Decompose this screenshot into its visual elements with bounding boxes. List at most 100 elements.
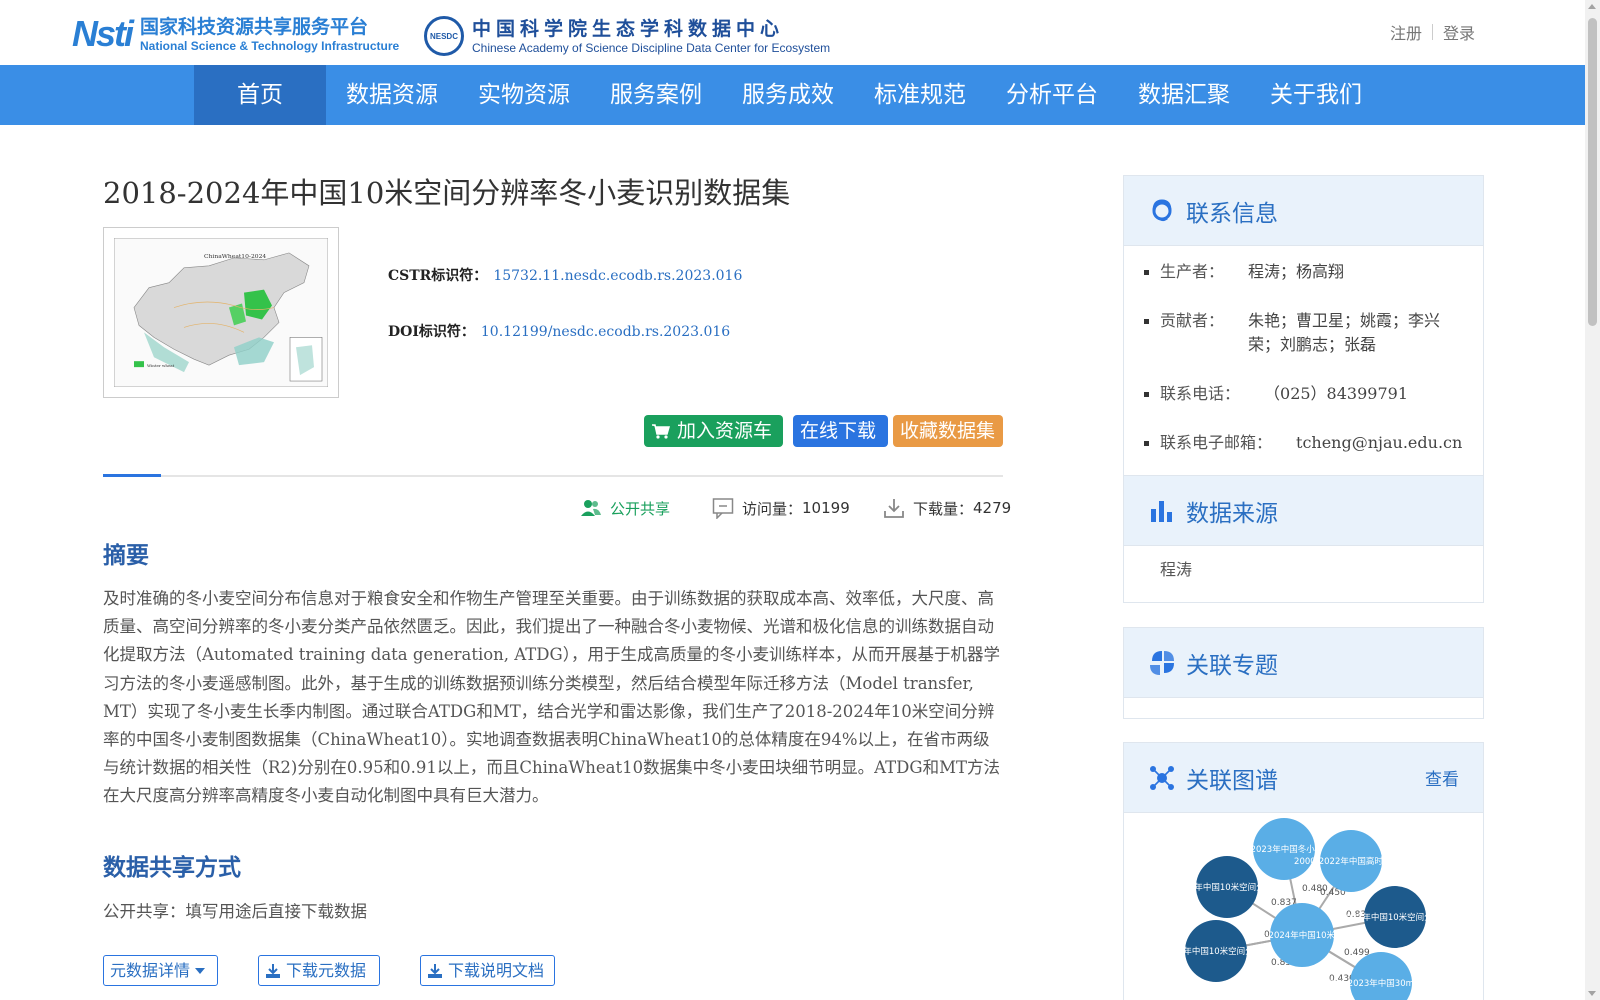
doi-link[interactable]: 10.12199/nesdc.ecodb.rs.2023.016 <box>481 324 730 340</box>
auth-divider <box>1431 24 1433 40</box>
nav-item-8[interactable]: 关于我们 <box>1250 65 1382 125</box>
nav-list: 首页 数据资源 实物资源 服务案例 服务成效 标准规范 分析平台 数据汇聚 关于我们 <box>194 65 1382 125</box>
sharing-text: 公开共享：填写用途后直接下载数据 <box>103 902 367 921</box>
download-count-icon <box>884 499 904 518</box>
graph-panel-title: 关联图谱 <box>1186 767 1278 794</box>
bar-chart-icon <box>1151 500 1172 522</box>
add-to-cart-label: 加入资源车 <box>677 420 773 442</box>
graph-view-link[interactable]: 查看 <box>1425 765 1459 790</box>
nesdc-seal-icon: NESDC <box>424 16 464 56</box>
scroll-up-icon[interactable] <box>1588 4 1596 9</box>
download-metadata-button[interactable]: 下载元数据 <box>258 955 380 986</box>
doi-identifier: DOI标识符： 10.12199/nesdc.ecodb.rs.2023.016 <box>388 321 730 341</box>
cstr-identifier: CSTR标识符： 15732.11.nesdc.ecodb.rs.2023.016 <box>388 265 742 285</box>
source-panel-title: 数据来源 <box>1186 500 1278 527</box>
favorite-dataset-label: 收藏数据集 <box>900 420 996 442</box>
nesdc-logo[interactable]: NESDC 中国科学院生态学科数据中心 Chinese Academy of S… <box>424 16 830 56</box>
contact-panel: 联系信息 生产者： 程涛；杨高翔贡献者： 朱艳；曹卫星；姚霞；李兴荣；刘鹏志；张磊联… <box>1123 175 1484 487</box>
topics-panel: 关联专题 <box>1123 627 1484 719</box>
contact-item: 联系电话： （025）84399791 <box>1144 382 1463 406</box>
login-link[interactable]: 登录 <box>1443 20 1475 44</box>
doi-label: DOI标识符： <box>388 324 475 340</box>
nav-item-2[interactable]: 实物资源 <box>458 65 590 125</box>
download-count-label: 下载量： <box>913 499 974 518</box>
nav-item-1[interactable]: 数据资源 <box>326 65 458 125</box>
online-download-button[interactable]: 在线下载 <box>793 415 888 447</box>
nav-item-6[interactable]: 分析平台 <box>986 65 1118 125</box>
share-status: 公开共享 <box>580 497 670 519</box>
add-to-cart-button[interactable]: 加入资源车 <box>644 415 783 447</box>
dataset-title: 2018-2024年中国10米空间分辨率冬小麦识别数据集 <box>103 176 791 210</box>
graph-body[interactable]: 0.4500.4800.8370.4990.4300.8370.8330.837… <box>1124 813 1483 1000</box>
contact-item: 贡献者： 朱艳；曹卫星；姚霞；李兴荣；刘鹏志；张磊 <box>1144 309 1463 357</box>
contact-item-value: 朱艳；曹卫星；姚霞；李兴荣；刘鹏志；张磊 <box>1248 311 1441 354</box>
contact-item-label: 联系电话： <box>1160 384 1241 403</box>
download-count-value: 4279 <box>973 499 1012 517</box>
contact-item: 生产者： 程涛；杨高翔 <box>1144 260 1463 284</box>
users-icon <box>581 500 601 516</box>
topics-icon <box>1150 650 1174 675</box>
scrollbar-thumb[interactable] <box>1588 18 1597 326</box>
nesdc-logo-en: Chinese Academy of Science Discipline Da… <box>472 40 831 55</box>
nsti-logo-mark: Nsti <box>72 13 134 54</box>
contact-item-value: 程涛；杨高翔 <box>1248 262 1345 281</box>
share-status-label: 公开共享 <box>610 499 671 518</box>
graph-node-label: 2000-2022年中国高时空分... <box>1294 856 1408 867</box>
contact-panel-title: 联系信息 <box>1186 200 1278 227</box>
china-map-image: ChinaWheat10-2024 Winter wheat <box>113 237 329 388</box>
contact-item: 联系电子邮箱： tcheng@njau.edu.cn <box>1144 431 1463 455</box>
cstr-label: CSTR标识符： <box>388 268 488 284</box>
comment-icon <box>712 498 734 519</box>
graph-node[interactable]: 2023年中国10米空间分辨... <box>1162 920 1271 982</box>
nav-item-7[interactable]: 数据汇聚 <box>1118 65 1250 125</box>
sharing-heading: 数据共享方式 <box>103 855 241 881</box>
contact-item-label: 贡献者： <box>1160 311 1225 330</box>
download-doc-label: 下载说明文档 <box>448 961 545 980</box>
graph-node-label: 2000-2023年中国30m空间... <box>1323 978 1439 989</box>
map-legend-label: Winter wheat <box>147 363 175 368</box>
contact-item-label: 生产者： <box>1160 262 1225 281</box>
metadata-details-label: 元数据详情 <box>110 961 191 980</box>
dataset-thumbnail[interactable]: ChinaWheat10-2024 Winter wheat <box>103 227 339 398</box>
nesdc-logo-cn: 中国科学院生态学科数据中心 <box>472 17 785 40</box>
download-icon <box>428 963 442 978</box>
main-nav: 首页 数据资源 实物资源 服务案例 服务成效 标准规范 分析平台 数据汇聚 关于我们 <box>0 65 1585 125</box>
download-doc-button[interactable]: 下载说明文档 <box>420 955 555 986</box>
nav-item-0[interactable]: 首页 <box>194 65 326 125</box>
source-value: 程涛 <box>1160 560 1193 579</box>
graph-panel: 关联图谱 查看 0.450 0.480 0.837 0.499 0.430 0.837 0.… <box>1123 742 1484 1000</box>
topics-panel-header: 关联专题 <box>1124 628 1483 698</box>
favorite-dataset-button[interactable]: 收藏数据集 <box>893 415 1003 447</box>
relation-graph[interactable]: 0.4500.4800.8370.4990.4300.8370.8330.837… <box>1124 813 1483 1000</box>
source-panel-header: 数据来源 <box>1124 476 1483 546</box>
contact-item-label: 联系电子邮箱： <box>1160 433 1273 452</box>
topics-body <box>1124 698 1483 718</box>
download-metadata-label: 下载元数据 <box>286 961 367 980</box>
contact-item-value: tcheng@njau.edu.cn <box>1296 433 1463 452</box>
graph-node-label: 2018-2024年中国10米空间... <box>1244 930 1360 941</box>
visit-count-value: 10199 <box>802 499 850 517</box>
caret-down-icon <box>195 967 206 974</box>
top-header: Nsti 国家科技资源共享服务平台 National Science & Tec… <box>0 0 1585 65</box>
graph-node-label: 2023年中国10米空间分辨... <box>1162 946 1271 957</box>
tab-active-indicator <box>103 474 161 477</box>
register-link[interactable]: 注册 <box>1390 20 1422 44</box>
visit-count-label: 访问量： <box>742 499 803 518</box>
topics-panel-title: 关联专题 <box>1186 652 1278 679</box>
contact-item-value: （025）84399791 <box>1264 384 1408 403</box>
page-scrollbar[interactable] <box>1585 0 1600 1000</box>
map-caption: ChinaWheat10-2024 <box>204 253 266 260</box>
download-icon <box>266 963 280 978</box>
nav-item-4[interactable]: 服务成效 <box>722 65 854 125</box>
graph-node-label: 2022年中国10米空间分辨... <box>1173 882 1282 893</box>
nav-item-3[interactable]: 服务案例 <box>590 65 722 125</box>
nsti-logo[interactable]: Nsti 国家科技资源共享服务平台 National Science & Tec… <box>72 14 399 54</box>
scroll-down-icon[interactable] <box>1588 991 1596 996</box>
legend-swatch <box>134 361 144 368</box>
graph-node-circle[interactable] <box>1350 952 1412 1000</box>
cstr-link[interactable]: 15732.11.nesdc.ecodb.rs.2023.016 <box>493 268 742 284</box>
nav-item-5[interactable]: 标准规范 <box>854 65 986 125</box>
tab-divider <box>103 474 1003 477</box>
metadata-details-button[interactable]: 元数据详情 <box>103 955 218 986</box>
auth-links: 注册 登录 <box>1390 20 1475 44</box>
